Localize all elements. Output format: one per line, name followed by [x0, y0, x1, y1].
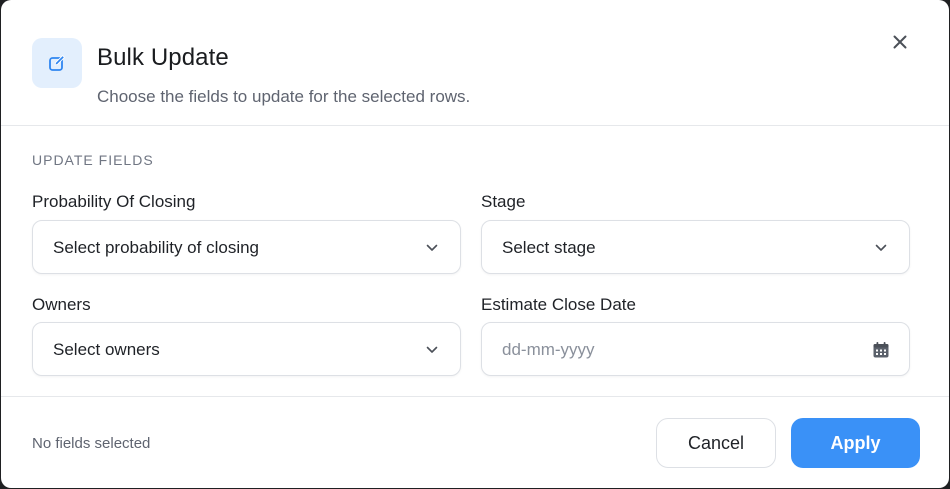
close-date-input[interactable]: dd-mm-yyyy — [481, 322, 910, 376]
stage-label: Stage — [481, 192, 526, 211]
close-button[interactable] — [885, 27, 915, 57]
chevron-down-icon — [422, 340, 442, 360]
calendar-icon[interactable] — [871, 340, 891, 360]
stage-select[interactable]: Select stage — [481, 220, 910, 274]
chevron-down-icon — [871, 238, 891, 258]
owners-select[interactable]: Select owners — [32, 322, 461, 376]
chevron-down-icon — [422, 238, 442, 258]
apply-button[interactable]: Apply — [791, 418, 920, 468]
dialog-header: Bulk Update Choose the fields to update … — [1, 0, 949, 126]
bulk-update-dialog: Bulk Update Choose the fields to update … — [1, 0, 949, 488]
selection-status: No fields selected — [32, 435, 151, 452]
cancel-button[interactable]: Cancel — [656, 418, 776, 468]
probability-label: Probability Of Closing — [32, 192, 196, 211]
close-date-label: Estimate Close Date — [481, 295, 636, 314]
stage-placeholder: Select stage — [502, 238, 596, 257]
section-label: UPDATE FIELDS — [32, 152, 154, 168]
close-date-placeholder: dd-mm-yyyy — [502, 340, 595, 359]
edit-pencil-icon — [32, 38, 82, 88]
probability-placeholder: Select probability of closing — [53, 238, 260, 257]
close-icon — [893, 35, 907, 49]
dialog-title: Bulk Update — [97, 44, 229, 71]
dialog-subtitle: Choose the fields to update for the sele… — [97, 87, 471, 106]
owners-label: Owners — [32, 295, 91, 314]
dialog-footer: No fields selected Cancel Apply — [1, 396, 949, 488]
owners-placeholder: Select owners — [53, 340, 160, 359]
probability-select[interactable]: Select probability of closing — [32, 220, 461, 274]
